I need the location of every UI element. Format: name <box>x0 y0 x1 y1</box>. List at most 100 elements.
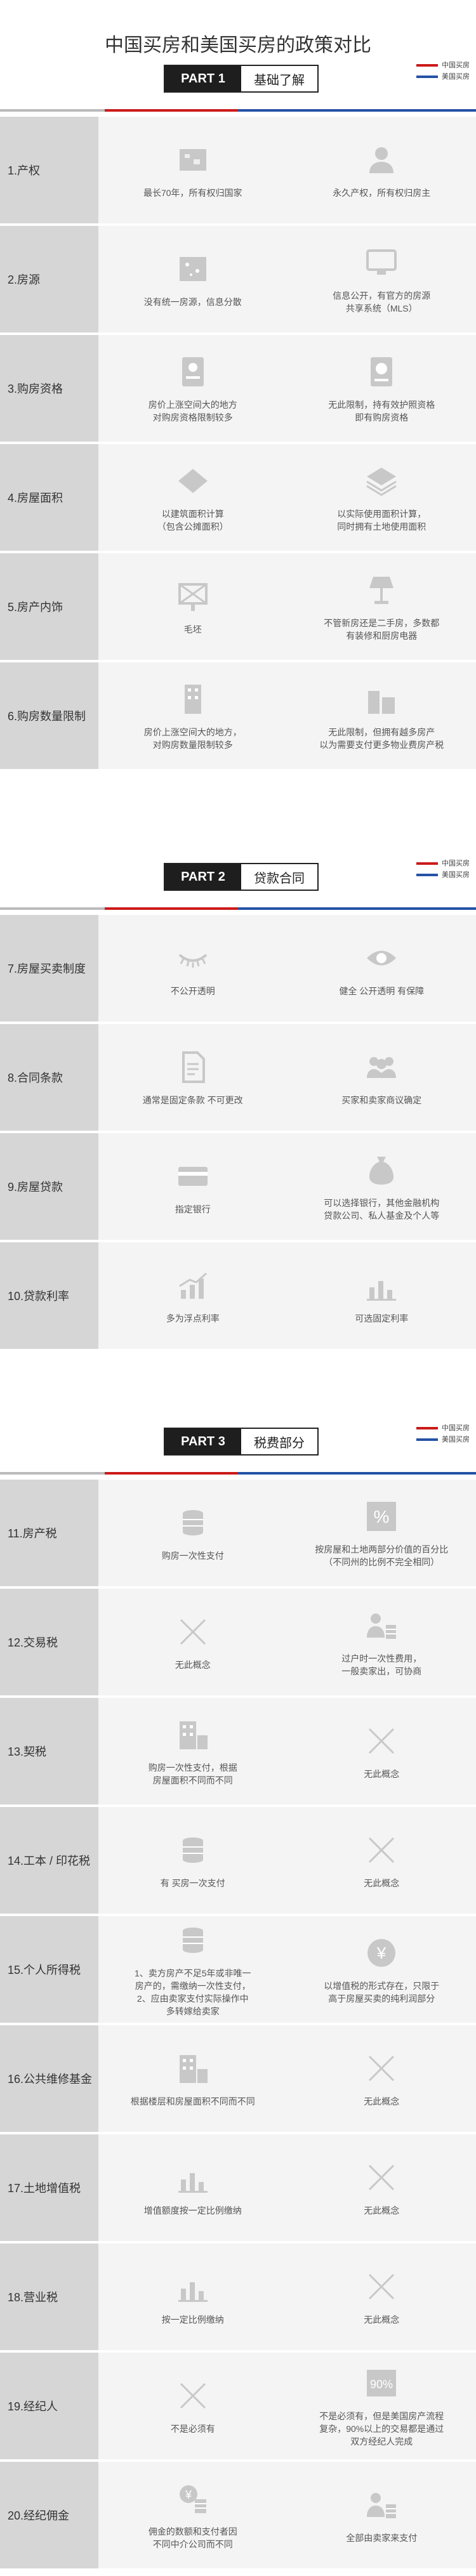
svg-text:¥: ¥ <box>376 1943 387 1962</box>
usa-text: 以增值税的形式存在，只限于 高于房屋买卖的纯利润部分 <box>324 1981 440 2004</box>
legend-china: 中国买房 <box>416 1423 470 1434</box>
usa-text: 不管新房还是二手房，多数都 有装修和厨房电器 <box>324 618 440 641</box>
usa-text: 无此限制，但拥有越多房产 以为需要支付更多物业费房产税 <box>319 727 444 750</box>
passport-icon <box>362 353 400 391</box>
china-text: 多为浮点利率 <box>166 1313 220 1324</box>
china-cell: 以建筑面积计算 （包含公摊面积） <box>98 444 288 551</box>
china-cell: 购房一次性支付 <box>98 1480 288 1586</box>
cross-icon <box>362 1722 400 1760</box>
flag-divider <box>0 907 476 910</box>
scatter-icon <box>174 250 212 288</box>
diamond-icon <box>174 462 212 500</box>
usa-cell: 买家和卖家商议确定 <box>288 1024 476 1131</box>
part-label: PART 3 税费部分 <box>164 1428 319 1456</box>
comparison-row: 3.购房资格 房价上涨空间大的地方 对购房资格限制较多 无此限制，持有效护照资格… <box>0 335 476 442</box>
legend-china: 中国买房 <box>416 60 470 71</box>
row-label: 18.营业税 <box>0 2244 98 2350</box>
buildings-icon <box>362 680 400 718</box>
comparison-row: 2.房源 没有统一房源，信息分散 信息公开，有官方的房源 共享系统（MLS） <box>0 226 476 332</box>
percent-icon: % <box>362 1497 400 1535</box>
part-number: PART 3 <box>165 1429 241 1454</box>
usa-cell: 可选固定利率 <box>288 1242 476 1349</box>
row-label: 15.个人所得税 <box>0 1916 98 2023</box>
china-text: 不公开透明 <box>170 986 215 996</box>
usa-text: 买家和卖家商议确定 <box>341 1095 422 1105</box>
cross-icon <box>174 1613 212 1651</box>
usa-cell: % 按房屋和土地两部分价值的百分比 （不同州的比例不完全相同） <box>288 1480 476 1586</box>
china-cell: 1、卖方房产不足5年或非唯一 房产的，需缴纳一次性支付， 2、应由卖家支付实际操… <box>98 1916 288 2023</box>
legend: 中国买房 美国买房 <box>416 60 470 82</box>
usa-text: 无此概念 <box>364 2096 400 2106</box>
usa-text: 可以选择银行，其他金融机构 贷款公司、私人基金及个人等 <box>324 1198 440 1221</box>
usa-cell: 无此概念 <box>288 2244 476 2350</box>
legend-swatch-china <box>416 1427 438 1430</box>
china-text: 没有统一房源，信息分散 <box>143 297 242 307</box>
row-label: 17.土地增值税 <box>0 2134 98 2241</box>
china-text: 房价上涨空间大的地方， 对购房数量限制较多 <box>143 727 242 750</box>
bars-icon <box>174 2159 212 2197</box>
part-label: PART 2 贷款合同 <box>164 863 319 891</box>
legend-swatch-usa <box>416 1438 438 1442</box>
usa-cell: 信息公开，有官方的房源 共享系统（MLS） <box>288 226 476 332</box>
comparison-row: 14.工本 / 印花税 有 买房一次支付 无此概念 <box>0 1807 476 1914</box>
china-cell: 多为浮点利率 <box>98 1242 288 1349</box>
card-icon <box>174 1157 212 1195</box>
usa-text: 可选固定利率 <box>355 1313 409 1324</box>
usa-cell: ¥ 以增值税的形式存在，只限于 高于房屋买卖的纯利润部分 <box>288 1916 476 2023</box>
legend-swatch-usa <box>416 874 438 877</box>
china-text: 无此概念 <box>175 1660 211 1670</box>
usa-cell: 全部由卖家来支付 <box>288 2462 476 2568</box>
china-text: 有 买房一次支付 <box>160 1878 225 1888</box>
people-icon <box>362 1048 400 1086</box>
legend-label-china: 中国买房 <box>442 860 470 867</box>
legend: 中国买房 美国买房 <box>416 1423 470 1445</box>
row-label: 3.购房资格 <box>0 335 98 442</box>
monitor-icon <box>362 244 400 282</box>
usa-cell: 无此概念 <box>288 1698 476 1804</box>
part-label: PART 1 基础了解 <box>164 65 319 93</box>
china-cell: 通常是固定条款 不可更改 <box>98 1024 288 1131</box>
usa-text: 以实际使用面积计算， 同时拥有土地使用面积 <box>337 509 426 532</box>
usa-text: 信息公开，有官方的房源 共享系统（MLS） <box>333 291 431 313</box>
china-text: 毛坯 <box>183 624 202 634</box>
part-header: PART 2 贷款合同 中国买房 美国买房 <box>0 851 476 915</box>
comparison-row: 4.房屋面积 以建筑面积计算 （包含公摊面积） 以实际使用面积计算， 同时拥有土… <box>0 444 476 551</box>
section-part-2: PART 2 贷款合同 中国买房 美国买房 7.房屋买卖制度 不公开透明 健全 … <box>0 851 476 1351</box>
legend-usa: 美国买房 <box>416 1434 470 1445</box>
comparison-row: 8.合同条款 通常是固定条款 不可更改 买家和卖家商议确定 <box>0 1024 476 1131</box>
china-cell: 指定银行 <box>98 1133 288 1240</box>
document-icon <box>174 1048 212 1086</box>
legend-label-usa: 美国买房 <box>442 73 470 81</box>
china-cell: 按一定比例缴纳 <box>98 2244 288 2350</box>
lamp-icon <box>362 571 400 609</box>
row-label: 7.房屋买卖制度 <box>0 915 98 1022</box>
comparison-row: 1.产权 最长70年，所有权归国家 永久产权，所有权归房主 <box>0 117 476 223</box>
comparison-row: 17.土地增值税 增值额度按一定比例缴纳 无此概念 <box>0 2134 476 2241</box>
china-cell: 根据楼层和房屋面积不同而不同 <box>98 2025 288 2132</box>
row-label: 11.房产税 <box>0 1480 98 1586</box>
row-label: 14.工本 / 印花税 <box>0 1807 98 1914</box>
row-label: 20.经纪佣金 <box>0 2462 98 2568</box>
legend-china: 中国买房 <box>416 858 470 869</box>
usa-cell: 无此概念 <box>288 2025 476 2132</box>
comparison-row: 5.房产内饰 毛坯 不管新房还是二手房，多数都 有装修和厨房电器 <box>0 553 476 660</box>
china-cell: 购房一次性支付，根据 房屋面积不同而不同 <box>98 1698 288 1804</box>
usa-text: 按房屋和土地两部分价值的百分比 （不同州的比例不完全相同） <box>315 1544 449 1567</box>
usa-text: 无此概念 <box>364 1878 400 1888</box>
row-label: 4.房屋面积 <box>0 444 98 551</box>
usa-text: 无此限制，持有效护照资格 即有购房资格 <box>328 400 435 423</box>
usa-text: 全部由卖家来支付 <box>346 2533 418 2543</box>
china-cell: 有 买房一次支付 <box>98 1807 288 1914</box>
person-coins-icon <box>362 2486 400 2524</box>
svg-text:¥: ¥ <box>185 2488 192 2501</box>
usa-cell: 无此限制，但拥有越多房产 以为需要支付更多物业费房产税 <box>288 662 476 769</box>
comparison-row: 20.经纪佣金 ¥ 佣金的数额和支付者因 不同中介公司而不同 全部由卖家来支付 <box>0 2462 476 2568</box>
usa-text: 健全 公开透明 有保障 <box>339 986 425 996</box>
part-name: 基础了解 <box>254 73 305 88</box>
yen-coins-icon: ¥ <box>174 2480 212 2518</box>
svg-text:%: % <box>374 1507 390 1527</box>
person-icon <box>362 141 400 179</box>
part-number: PART 1 <box>165 66 241 91</box>
row-label: 13.契税 <box>0 1698 98 1804</box>
coins-icon <box>174 1831 212 1869</box>
